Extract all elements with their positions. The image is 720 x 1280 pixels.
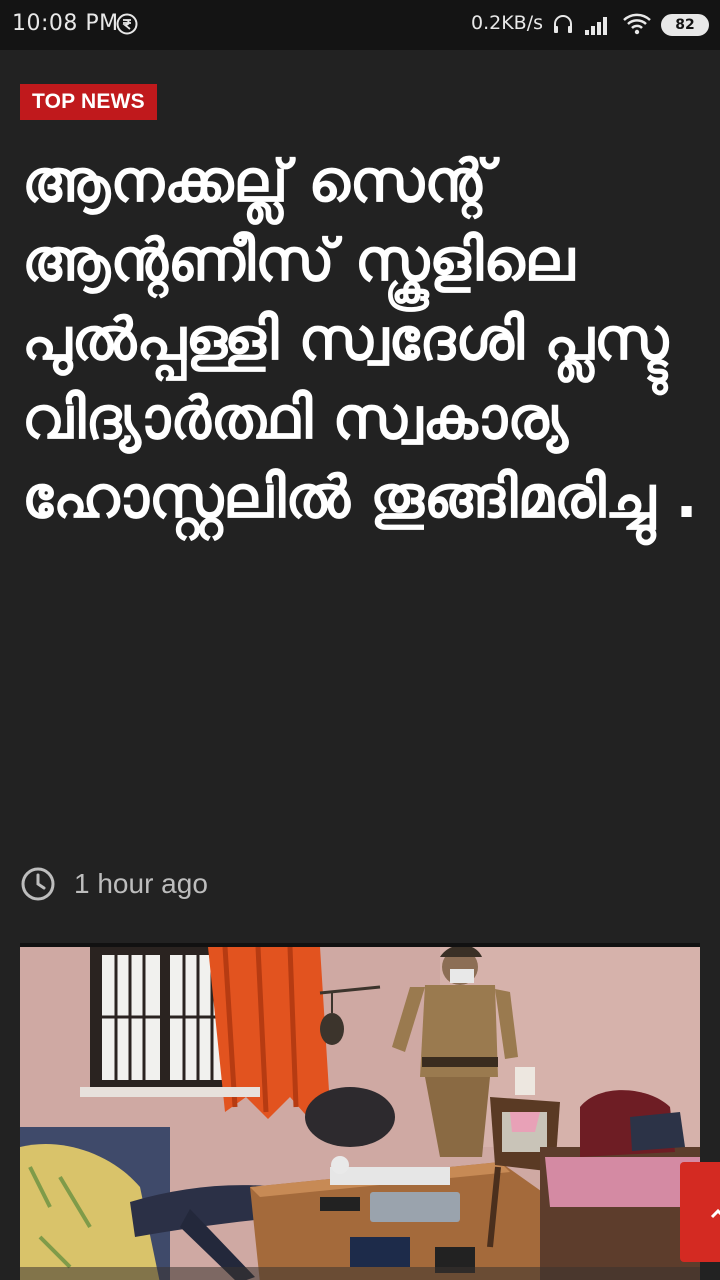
article-view: TOP NEWS ആനക്കല്ല് സെന്റ് ആന്റണീസ് സ്കൂള… [0,50,720,1280]
headset-icon [551,12,575,36]
battery-icon: 82 [661,14,709,36]
wifi-icon [622,12,652,36]
news-photo[interactable] [20,943,700,1280]
rupee-badge-icon [116,13,138,35]
category-badge[interactable]: TOP NEWS [20,84,157,120]
status-time: 10:08 PM [12,11,119,36]
published-time: 1 hour ago [74,868,208,899]
article-meta: 1 hour ago [20,864,208,904]
clock-icon [20,866,56,902]
scroll-top-button[interactable] [680,1162,720,1262]
article-headline: ആനക്കല്ല് സെന്റ് ആന്റണീസ് സ്കൂളിലെ പുൽപ്… [22,147,698,531]
network-speed: 0.2KB/s [471,12,544,34]
signal-icon [584,14,612,36]
status-bar: 10:08 PM 0.2KB/s 82 [0,0,720,50]
chevron-up-icon [710,1206,720,1222]
